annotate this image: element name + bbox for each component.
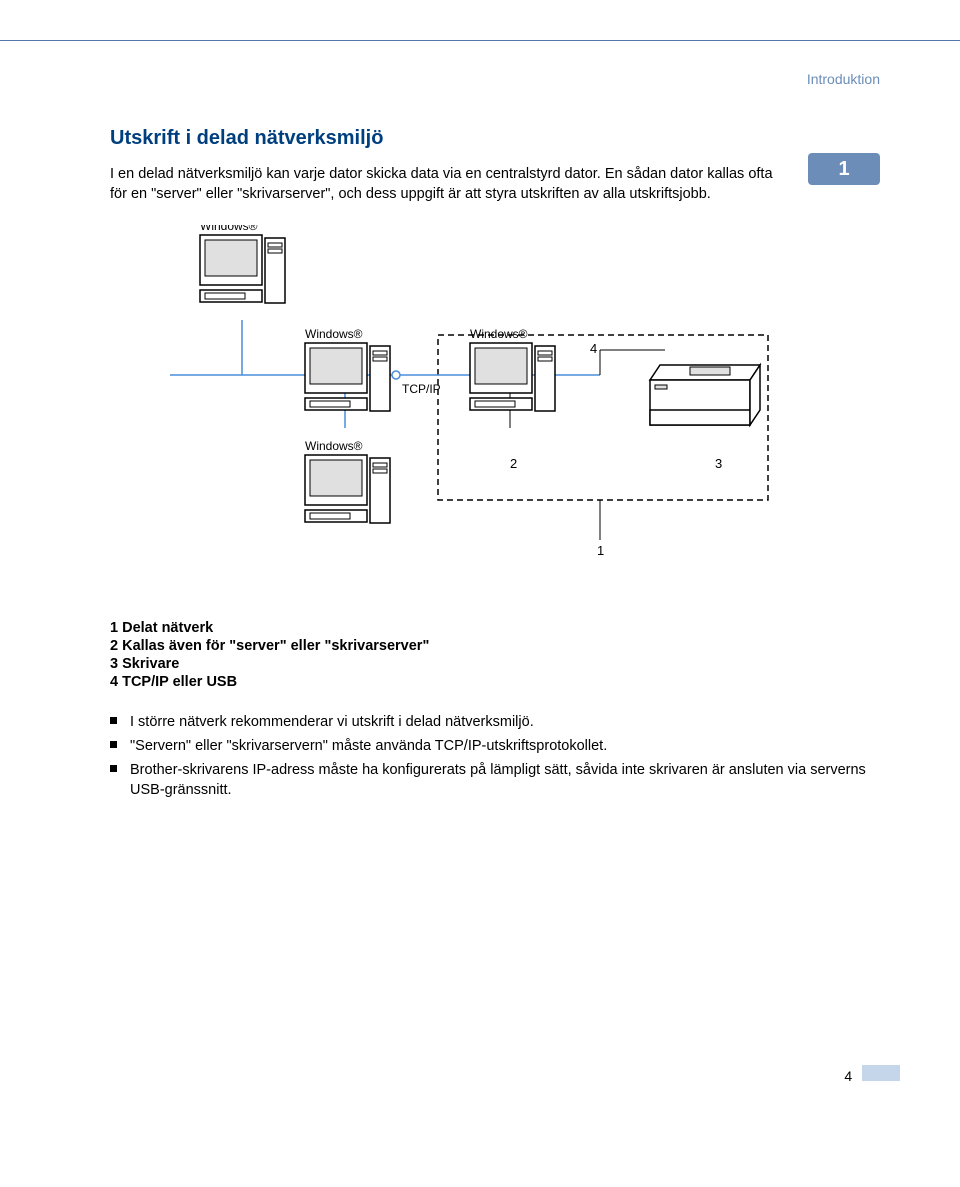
legend-list: 1 Delat nätverk 2 Kallas även för "serve… [110, 620, 880, 690]
bullet-list: I större nätverk rekommenderar vi utskri… [110, 712, 880, 801]
callout-2: 2 [510, 456, 517, 471]
legend-item: 1 Delat nätverk [110, 620, 880, 636]
computer-icon [200, 235, 555, 523]
os-label-4: Windows® [305, 439, 363, 453]
section-name: Introduktion [807, 71, 880, 87]
page-body: Introduktion Utskrift i delad nätverksmi… [0, 41, 960, 801]
os-label-1: Windows® [200, 225, 258, 233]
printer-icon [650, 365, 760, 425]
protocol-label: TCP/IP [402, 382, 441, 396]
callout-1: 1 [597, 543, 604, 558]
os-label-2: Windows® [305, 327, 363, 341]
os-label-3: Windows® [470, 327, 528, 341]
page-number: 4 [844, 1068, 852, 1084]
bullet-item: Brother-skrivarens IP-adress måste ha ko… [110, 760, 880, 801]
page-tab [862, 1065, 900, 1081]
bullet-item: I större nätverk rekommenderar vi utskri… [110, 712, 880, 732]
page-footer: 4 [0, 805, 960, 1114]
intro-paragraph: I en delad nätverksmiljö kan varje dator… [110, 164, 790, 205]
legend-item: 2 Kallas även för "server" eller "skriva… [110, 638, 880, 654]
legend-item: 4 TCP/IP eller USB [110, 674, 880, 690]
diagram-svg: Windows® Windows® Windows® Windows® TCP/… [170, 225, 790, 595]
network-diagram: Windows® Windows® Windows® Windows® TCP/… [170, 225, 880, 600]
bullet-item: "Servern" eller "skrivarservern" måste a… [110, 736, 880, 756]
legend-item: 3 Skrivare [110, 656, 880, 672]
section-title: Utskrift i delad nätverksmiljö [110, 127, 880, 150]
title-row: Utskrift i delad nätverksmiljö 1 I en de… [110, 127, 880, 205]
header: Introduktion [110, 71, 880, 87]
callout-3: 3 [715, 456, 722, 471]
chapter-tab: 1 [808, 153, 880, 185]
callout-4: 4 [590, 341, 597, 356]
